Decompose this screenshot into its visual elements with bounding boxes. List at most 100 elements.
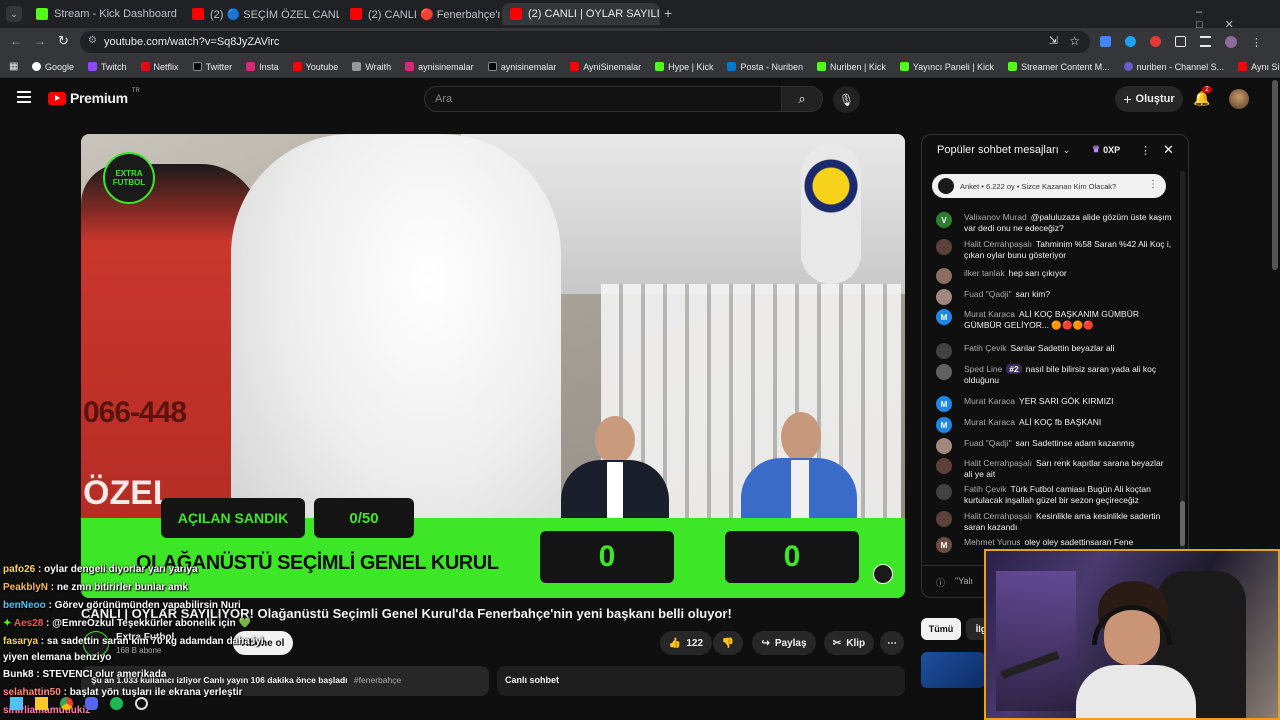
kick-icon	[816, 62, 826, 71]
search-button[interactable]: ⌕	[781, 86, 823, 112]
bookmark-item[interactable]: aynisinemalar	[405, 62, 474, 72]
chat-scrollbar[interactable]	[1180, 171, 1185, 551]
youtube-studio-icon	[1123, 62, 1133, 71]
vest-number-text: 066-448	[83, 396, 187, 429]
subscriber-count: 168 B abone	[116, 646, 162, 655]
bookmark-item[interactable]: Youtube	[292, 62, 338, 72]
extensions-area[interactable]: ⋮	[1100, 36, 1262, 49]
youtube-icon	[350, 8, 362, 20]
extension-icon[interactable]	[1100, 36, 1111, 47]
forward-icon[interactable]: →	[34, 34, 46, 48]
bookmark-item[interactable]: Posta - Nuriben	[727, 62, 803, 72]
opened-box-count: 0/50	[314, 498, 414, 538]
overlay-chat-line: PeakblyN : ne zmn bitirirler bunlar amk	[3, 582, 189, 593]
new-tab-button[interactable]: +	[664, 5, 672, 21]
bookmark-item[interactable]: Twitch	[88, 62, 127, 72]
youtube-icon	[292, 62, 302, 71]
wraith-icon	[352, 62, 362, 71]
kick-icon	[899, 62, 909, 71]
poll-banner[interactable]: Anket • 6.222 oy • Sizce Kazanan Kim Ola…	[932, 174, 1166, 198]
spotify-icon[interactable]	[110, 697, 123, 710]
related-video-thumbnail[interactable]	[921, 652, 985, 688]
bookmark-item[interactable]: Aynı Sinemalar - Ça...	[1238, 62, 1280, 72]
bookmark-item[interactable]: Google	[32, 62, 74, 72]
discord-icon[interactable]	[85, 697, 98, 710]
candidate-left-votes: 0	[540, 531, 674, 583]
bookmark-item[interactable]: Netflix	[140, 62, 179, 72]
back-icon[interactable]: ←	[10, 34, 22, 48]
bookmark-item[interactable]: Twitter	[192, 62, 232, 72]
bookmark-item[interactable]: Yayıncı Paneli | Kick	[899, 62, 994, 72]
user-avatar	[936, 511, 952, 527]
menu-dots-icon[interactable]: ⋮	[1251, 36, 1262, 49]
voice-search-button[interactable]: 🎙	[833, 86, 860, 113]
thumbs-up-icon: 👍	[668, 637, 682, 649]
share-icon: ↪	[761, 637, 770, 649]
notifications-button[interactable]: 🔔 2	[1193, 86, 1212, 107]
kick-icon	[1008, 62, 1018, 71]
bookmark-item[interactable]: nuriben - Channel S...	[1123, 62, 1224, 72]
dislike-button[interactable]: 👎	[713, 631, 743, 655]
youtube-icon	[510, 8, 522, 20]
overlay-chat-line: benNeoo : Görev görünümünden yapabilirsi…	[3, 600, 241, 611]
live-chat-preview[interactable]: Canlı sohbet	[497, 666, 905, 696]
bookmark-item[interactable]: aynisinemalar	[487, 62, 556, 72]
bookmark-star-icon[interactable]: ☆	[1069, 34, 1080, 48]
bookmark-item[interactable]: Wraith	[352, 62, 391, 72]
file-explorer-icon[interactable]	[35, 697, 48, 710]
browser-tab[interactable]: (2) 🔵 SEÇİM ÖZEL CANLI | Kul ✕	[184, 3, 339, 25]
crown-icon: ♛	[1092, 144, 1101, 154]
bookmark-item[interactable]: Insta	[246, 62, 279, 72]
close-chat-icon[interactable]: ✕	[1163, 142, 1174, 158]
windows-start-icon[interactable]	[10, 697, 23, 710]
account-avatar[interactable]	[1229, 89, 1249, 109]
install-icon[interactable]: ⇲	[1049, 34, 1058, 47]
chat-mode-dropdown[interactable]: Popüler sohbet mesajları ⌄	[937, 144, 1070, 156]
x-icon	[192, 62, 202, 71]
youtube-premium-logo[interactable]: Premium TR	[48, 88, 140, 106]
extension-icon[interactable]	[1150, 36, 1161, 47]
reload-icon[interactable]: ↻	[58, 33, 69, 49]
site-info-icon[interactable]: ⚙	[88, 35, 97, 46]
bookmark-item[interactable]: AyniSinemalar	[570, 62, 641, 72]
page-scrollbar[interactable]	[1272, 80, 1278, 270]
chat-message: Halit Cerrahpaşalı Sarı renk kapıtlar sar…	[936, 458, 1172, 480]
person-white-shirt	[231, 134, 561, 554]
webcam-overlay	[984, 549, 1280, 720]
browser-tab[interactable]: (2) CANLI 🔴 Fenerbahçe'n ✕	[342, 3, 500, 25]
browser-tab-active[interactable]: (2) CANLI | OYLAR SAYILIYO ✕	[502, 3, 660, 25]
xp-badge[interactable]: ♛ 0XP	[1092, 144, 1120, 155]
more-actions-button[interactable]: ⋯	[880, 631, 904, 655]
like-button[interactable]: 👍 122	[660, 631, 712, 655]
puzzle-icon[interactable]	[1175, 36, 1186, 47]
hamburger-menu-icon[interactable]	[17, 91, 31, 103]
microphone-icon: 🎙	[838, 92, 855, 107]
media-icon[interactable]	[1200, 36, 1211, 47]
youtube-play-icon	[48, 91, 66, 105]
obs-icon[interactable]	[135, 697, 148, 710]
browser-tab[interactable]: Stream - Kick Dashboard ✕	[28, 3, 183, 25]
filter-chip-all[interactable]: Tümü	[921, 618, 961, 640]
clip-button[interactable]: ✂ Klip	[824, 631, 874, 655]
apps-grid-icon[interactable]: ▦	[9, 61, 18, 72]
bookmark-item[interactable]: Nuriben | Kick	[816, 62, 886, 72]
extension-icon[interactable]	[1125, 36, 1136, 47]
chrome-icon[interactable]	[60, 697, 73, 710]
search-input[interactable]: Ara	[424, 86, 782, 112]
mail-icon	[727, 62, 737, 71]
tab-list-button[interactable]: ⌄	[6, 6, 22, 22]
user-avatar: M	[936, 396, 952, 412]
instagram-icon	[405, 62, 415, 71]
profile-avatar[interactable]	[1225, 36, 1237, 48]
bookmark-item[interactable]: Hype | Kick	[655, 62, 713, 72]
overlay-chat-line: pafo26 : oylar dengeli diyorlar yarı yar…	[3, 564, 198, 575]
chat-menu-icon[interactable]: ⋮	[1140, 144, 1151, 157]
share-button[interactable]: ↪ Paylaş	[752, 631, 816, 655]
video-player[interactable]: EXTRA FUTBOL 066-448 ÖZEL AÇILAN SANDIK …	[81, 134, 905, 598]
corner-logo-icon	[873, 564, 893, 584]
create-button[interactable]: + Oluştur	[1115, 86, 1183, 112]
bookmark-item[interactable]: Streamer Content M...	[1008, 62, 1110, 72]
poll-menu-icon[interactable]: ⋮	[1148, 179, 1158, 190]
url-field[interactable]: ⚙ youtube.com/watch?v=Sq8JyZAVirc ☆ ⇲	[80, 31, 1090, 53]
chat-message: Sped Line #2 nasıl bile bilirsiz saran yad…	[936, 364, 1172, 386]
